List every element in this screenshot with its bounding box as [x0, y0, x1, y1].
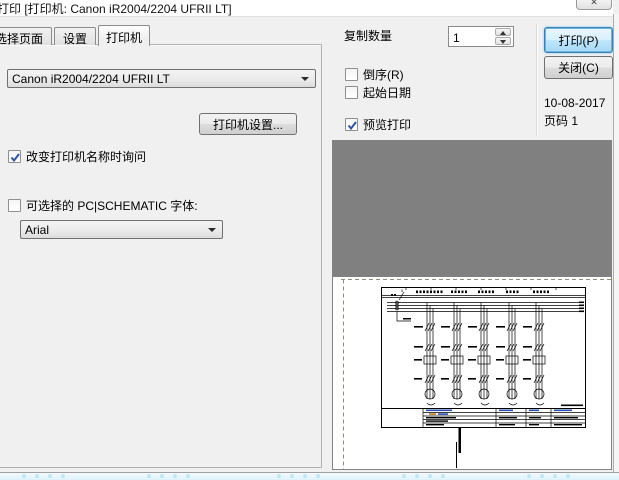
- preview-print-label: 预览打印: [363, 116, 411, 133]
- checkbox-box[interactable]: [345, 118, 358, 131]
- selectable-font-checkbox[interactable]: 可选择的 PC|SCHEMATIC 字体:: [8, 197, 198, 214]
- printer-tab-page: [0, 44, 322, 468]
- tab-settings[interactable]: 设置: [54, 27, 96, 45]
- checkbox-box[interactable]: [345, 68, 358, 81]
- selectable-font-label: 可选择的 PC|SCHEMATIC 字体:: [26, 197, 198, 214]
- schematic-drawing: [382, 288, 586, 428]
- spinner-up-icon[interactable]: [495, 28, 511, 36]
- tab-select-pages[interactable]: 选择页面: [0, 27, 52, 45]
- page-number: 页码 1: [544, 112, 578, 129]
- window-right-border: [613, 14, 619, 473]
- font-select-value: Arial: [25, 223, 49, 237]
- print-button[interactable]: 打印(P): [544, 27, 613, 53]
- font-select[interactable]: Arial: [20, 220, 223, 239]
- ask-on-rename-checkbox[interactable]: 改变打印机名称时询问: [8, 148, 146, 165]
- desktop-background-sliver: [0, 473, 619, 480]
- fold-mark-thick: [459, 427, 462, 453]
- reverse-order-label: 倒序(R): [363, 66, 404, 83]
- reverse-order-checkbox[interactable]: 倒序(R): [345, 66, 404, 83]
- print-preview-page: [333, 277, 611, 470]
- preview-print-checkbox[interactable]: 预览打印: [345, 116, 411, 133]
- print-preview-pane: [332, 140, 612, 470]
- checkbox-box[interactable]: [345, 86, 358, 99]
- spinner-down-icon[interactable]: [495, 37, 511, 45]
- check-icon: [346, 119, 359, 132]
- start-date-checkbox[interactable]: 起始日期: [345, 84, 411, 101]
- tab-printer[interactable]: 打印机: [98, 25, 150, 46]
- window-title: 打印 [打印机: Canon iR2004/2204 UFRII LT]: [0, 0, 232, 17]
- panel-divider: [536, 24, 538, 136]
- printer-setup-button[interactable]: 打印机设置...: [199, 113, 297, 135]
- ask-on-rename-label: 改变打印机名称时询问: [26, 148, 146, 165]
- copies-input[interactable]: [449, 27, 493, 46]
- print-date: 10-08-2017: [544, 96, 605, 110]
- tab-strip: 选择页面 设置 打印机: [0, 24, 152, 45]
- checkbox-box[interactable]: [8, 199, 21, 212]
- printer-select[interactable]: Canon iR2004/2204 UFRII LT: [7, 69, 316, 88]
- check-icon: [9, 151, 22, 164]
- copies-input-wrap: [448, 26, 514, 47]
- print-dialog-window: 打印 [打印机: Canon iR2004/2204 UFRII LT] ✕ 选…: [0, 0, 619, 480]
- titlebar: 打印 [打印机: Canon iR2004/2204 UFRII LT] ✕: [0, 0, 613, 17]
- printer-select-value: Canon iR2004/2204 UFRII LT: [12, 72, 170, 86]
- close-button[interactable]: 关闭(C): [544, 56, 613, 79]
- copies-label: 复制数量: [344, 27, 392, 44]
- close-window-button[interactable]: ✕: [576, 0, 612, 10]
- close-icon: ✕: [590, 0, 598, 8]
- checkbox-box[interactable]: [8, 150, 21, 163]
- chevron-down-icon: [208, 228, 216, 232]
- start-date-label: 起始日期: [363, 84, 411, 101]
- copies-stepper: [495, 28, 511, 45]
- chevron-down-icon: [301, 77, 309, 81]
- preview-background: [333, 141, 611, 277]
